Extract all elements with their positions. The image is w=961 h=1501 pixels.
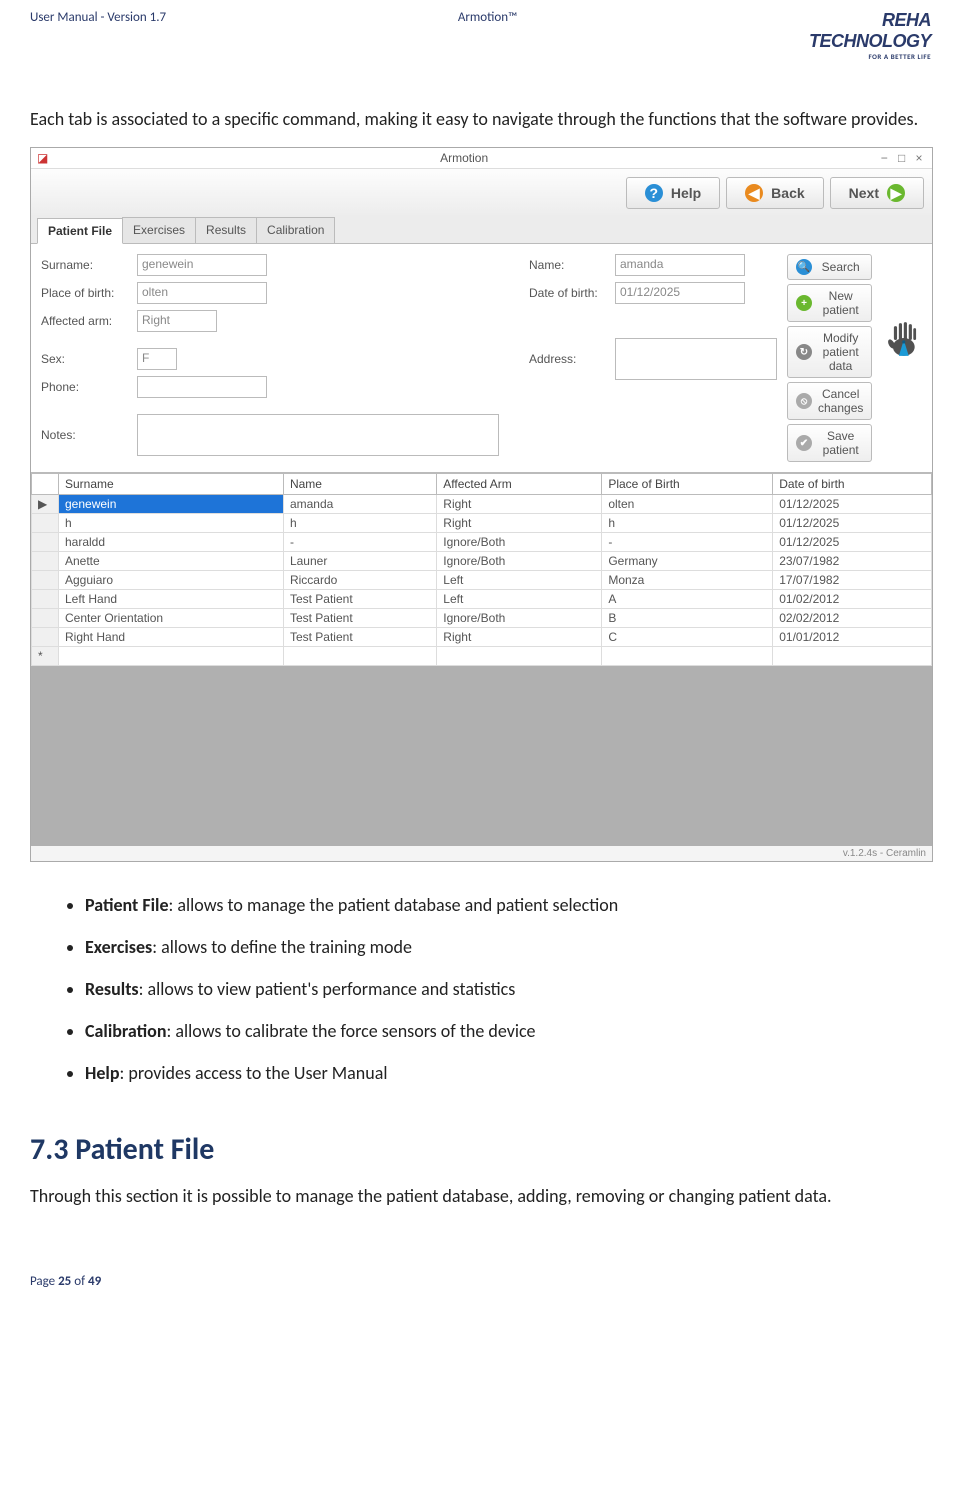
bullet-patient-file: Patient File: allows to manage the patie…: [85, 887, 931, 923]
top-toolbar: ? Help ◀ Back Next ▶: [31, 169, 932, 217]
bullet-list: Patient File: allows to manage the patie…: [30, 887, 931, 1091]
phone-input[interactable]: [137, 376, 267, 398]
help-button[interactable]: ? Help: [626, 177, 720, 209]
save-button[interactable]: ✔Save patient: [787, 424, 872, 462]
table-row[interactable]: hhRighth01/12/2025: [32, 514, 932, 533]
place-label: Place of birth:: [41, 286, 131, 300]
next-button[interactable]: Next ▶: [830, 177, 924, 209]
save-icon: ✔: [796, 435, 812, 451]
table-row[interactable]: Left HandTest PatientLeftA01/02/2012: [32, 590, 932, 609]
affected-label: Affected arm:: [41, 314, 131, 328]
col-surname[interactable]: Surname: [59, 474, 284, 495]
bullet-exercises: Exercises: allows to define the training…: [85, 929, 931, 965]
grid-empty-area: [31, 666, 932, 846]
place-input[interactable]: olten: [137, 282, 267, 304]
back-button[interactable]: ◀ Back: [726, 177, 823, 209]
bullet-calibration: Calibration: allows to calibrate the for…: [85, 1013, 931, 1049]
section-heading: 7.3 Patient File: [30, 1131, 931, 1168]
phone-label: Phone:: [41, 380, 131, 394]
app-screenshot: ◪ Armotion − □ × ? Help ◀ Back Next ▶: [30, 147, 933, 862]
dob-input[interactable]: 01/12/2025: [615, 282, 745, 304]
address-textarea[interactable]: [615, 338, 777, 380]
action-buttons: 🔍Search +New patient ↻Modify patient dat…: [787, 254, 872, 462]
dob-label: Date of birth:: [529, 286, 609, 300]
col-place[interactable]: Place of Birth: [602, 474, 773, 495]
new-patient-button[interactable]: +New patient: [787, 284, 872, 322]
header-center: Armotion™: [458, 10, 517, 25]
next-icon: ▶: [887, 184, 905, 202]
tab-results[interactable]: Results: [195, 217, 257, 243]
table-row[interactable]: Right HandTest PatientRightC01/01/2012: [32, 628, 932, 647]
page-footer: Page 25 of 49: [30, 1274, 931, 1289]
form-area: Surname: genewein Place of birth: olten Af…: [31, 243, 932, 472]
tab-bar: Patient File Exercises Results Calibrati…: [31, 217, 932, 243]
header-left: User Manual - Version 1.7: [30, 10, 166, 25]
tab-exercises[interactable]: Exercises: [122, 217, 196, 243]
sex-label: Sex:: [41, 352, 131, 366]
app-icon: ◪: [37, 151, 51, 165]
tab-calibration[interactable]: Calibration: [256, 217, 335, 243]
table-row[interactable]: Center OrientationTest PatientIgnore/Bot…: [32, 609, 932, 628]
table-row[interactable]: haraldd-Ignore/Both-01/12/2025: [32, 533, 932, 552]
table-row-new[interactable]: *: [32, 647, 932, 666]
table-row[interactable]: AgguiaroRiccardoLeftMonza17/07/1982: [32, 571, 932, 590]
section-text: Through this section it is possible to m…: [30, 1178, 931, 1214]
window-titlebar: ◪ Armotion − □ ×: [31, 148, 932, 169]
name-label: Name:: [529, 258, 609, 272]
affected-select[interactable]: Right: [137, 310, 217, 332]
tab-patient-file[interactable]: Patient File: [37, 218, 123, 244]
version-tag: v.1.2.4s - Ceramlin: [31, 846, 932, 861]
hand-image: [882, 254, 922, 424]
surname-input[interactable]: genewein: [137, 254, 267, 276]
search-button[interactable]: 🔍Search: [787, 254, 872, 280]
modify-button[interactable]: ↻Modify patient data: [787, 326, 872, 378]
bullet-help: Help: provides access to the User Manual: [85, 1055, 931, 1091]
bullet-results: Results: allows to view patient's perfor…: [85, 971, 931, 1007]
help-icon: ?: [645, 184, 663, 202]
surname-label: Surname:: [41, 258, 131, 272]
document-header: User Manual - Version 1.7 Armotion™ REHA…: [30, 10, 931, 61]
cancel-button[interactable]: ⦸Cancel changes: [787, 382, 872, 420]
minimize-icon[interactable]: −: [877, 151, 891, 165]
back-icon: ◀: [745, 184, 763, 202]
window-title: Armotion: [51, 151, 877, 165]
window-controls: − □ ×: [877, 151, 926, 165]
patient-table: Surname Name Affected Arm Place of Birth…: [31, 472, 932, 846]
plus-icon: +: [796, 295, 812, 311]
logo: REHATECHNOLOGY FOR A BETTER LIFE: [809, 10, 931, 61]
col-dob[interactable]: Date of birth: [773, 474, 932, 495]
edit-icon: ↻: [796, 344, 812, 360]
address-label: Address:: [529, 352, 609, 366]
table-row[interactable]: AnetteLaunerIgnore/BothGermany23/07/1982: [32, 552, 932, 571]
col-name[interactable]: Name: [283, 474, 436, 495]
notes-label: Notes:: [41, 428, 131, 442]
notes-textarea[interactable]: [137, 414, 499, 456]
search-icon: 🔍: [796, 259, 812, 275]
name-input[interactable]: amanda: [615, 254, 745, 276]
table-row[interactable]: ▶geneweinamandaRightolten01/12/2025: [32, 495, 932, 514]
cancel-icon: ⦸: [796, 393, 812, 409]
col-arm[interactable]: Affected Arm: [437, 474, 602, 495]
intro-paragraph: Each tab is associated to a specific com…: [30, 101, 931, 137]
maximize-icon[interactable]: □: [895, 151, 909, 165]
close-icon[interactable]: ×: [912, 151, 926, 165]
sex-select[interactable]: F: [137, 348, 177, 370]
